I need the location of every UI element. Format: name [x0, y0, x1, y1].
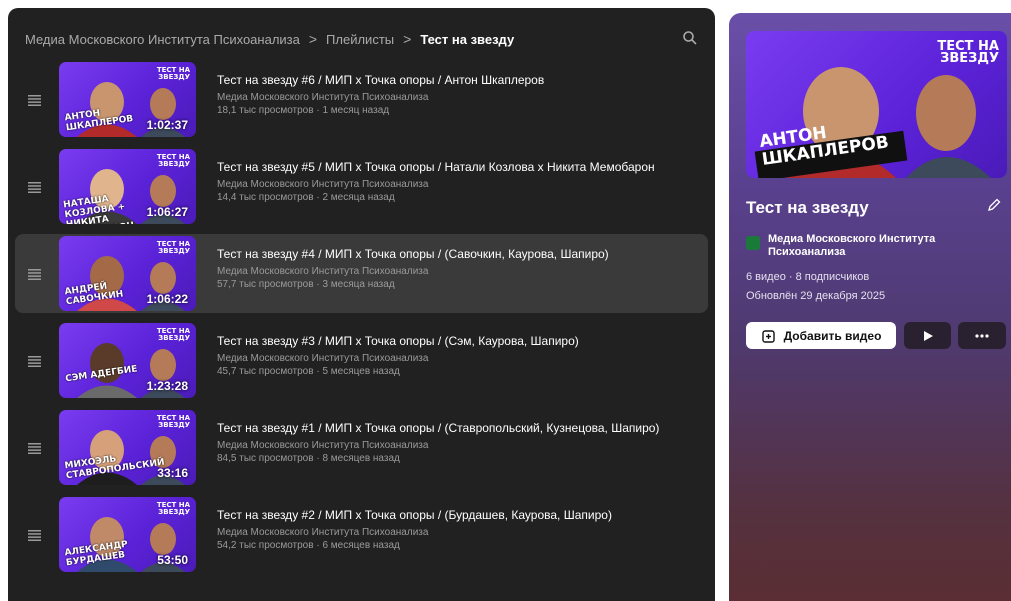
playlist-updated: Обновлён 29 декабря 2025: [746, 290, 886, 302]
add-video-label: Добавить видео: [783, 328, 882, 343]
video-thumbnail[interactable]: ТЕСТ НА ЗВЕЗДУ НАТАША КОЗЛОВА + НИКИТА М…: [59, 149, 196, 224]
video-row[interactable]: ТЕСТ НА ЗВЕЗДУ СЭМ АДЕГБИЕ 1:23:28 Тест …: [15, 321, 708, 400]
video-meta: 45,7 тыс просмотров · 5 месяцев назад: [217, 366, 400, 377]
thumb-badge: ТЕСТ НА ЗВЕЗДУ: [156, 327, 190, 342]
video-title[interactable]: Тест на звезду #2 / МИП х Точка опоры / …: [217, 508, 612, 522]
breadcrumb-separator: >: [403, 31, 412, 47]
drag-handle-icon[interactable]: [28, 528, 41, 541]
channel-name[interactable]: Медиа Московского Института Психоанализа: [768, 233, 993, 259]
thumb-badge: ТЕСТ НА ЗВЕЗДУ: [156, 240, 190, 255]
search-icon[interactable]: [682, 30, 698, 46]
video-duration: 1:02:37: [146, 118, 188, 132]
channel-avatar: [746, 236, 760, 250]
play-all-button[interactable]: [904, 322, 951, 349]
video-duration: 1:23:28: [146, 379, 188, 393]
drag-handle-icon[interactable]: [28, 441, 41, 454]
video-list: ТЕСТ НА ЗВЕЗДУ АНТОН ШКАПЛЕРОВ 1:02:37 Т…: [15, 60, 708, 582]
add-video-icon: [761, 329, 775, 343]
thumb-badge: ТЕСТ НА ЗВЕЗДУ: [156, 153, 190, 168]
video-duration: 53:50: [157, 553, 188, 567]
video-row[interactable]: ТЕСТ НА ЗВЕЗДУ АНТОН ШКАПЛЕРОВ 1:02:37 Т…: [15, 60, 708, 139]
video-title[interactable]: Тест на звезду #3 / МИП х Точка опоры / …: [217, 334, 579, 348]
video-duration: 33:16: [157, 466, 188, 480]
video-title[interactable]: Тест на звезду #6 / МИП х Точка опоры / …: [217, 73, 544, 87]
video-row[interactable]: ТЕСТ НА ЗВЕЗДУ НАТАША КОЗЛОВА + НИКИТА М…: [15, 147, 708, 226]
more-icon: [975, 333, 989, 338]
playlist-videos-panel: Медиа Московского Института Психоанализа…: [8, 8, 715, 601]
more-options-button[interactable]: [958, 322, 1006, 349]
video-thumbnail[interactable]: ТЕСТ НА ЗВЕЗДУ МИХОЭЛЬ СТАВРОПОЛЬСКИЙ 33…: [59, 410, 196, 485]
video-thumbnail[interactable]: ТЕСТ НА ЗВЕЗДУ СЭМ АДЕГБИЕ 1:23:28: [59, 323, 196, 398]
video-channel[interactable]: Медиа Московского Института Психоанализа: [217, 353, 428, 364]
thumb-badge: ТЕСТ НА ЗВЕЗДУ: [156, 501, 190, 516]
video-duration: 1:06:22: [146, 292, 188, 306]
playlist-stats: 6 видео · 8 подписчиков: [746, 271, 870, 283]
video-meta: 18,1 тыс просмотров · 1 месяц назад: [217, 105, 390, 116]
video-channel[interactable]: Медиа Московского Института Психоанализа: [217, 179, 428, 190]
playlist-cover[interactable]: ТЕСТ НА ЗВЕЗДУ АНТОН ШКАПЛЕРОВ: [746, 31, 1007, 178]
drag-handle-icon[interactable]: [28, 93, 41, 106]
video-channel[interactable]: Медиа Московского Института Психоанализа: [217, 440, 428, 451]
video-title[interactable]: Тест на звезду #1 / МИП х Точка опоры / …: [217, 421, 659, 435]
video-thumbnail[interactable]: ТЕСТ НА ЗВЕЗДУ АНДРЕЙ САВОЧКИН 1:06:22: [59, 236, 196, 311]
video-channel[interactable]: Медиа Московского Института Психоанализа: [217, 527, 428, 538]
video-meta: 14,4 тыс просмотров · 2 месяца назад: [217, 192, 395, 203]
video-duration: 1:06:27: [146, 205, 188, 219]
playlist-title: Тест на звезду: [746, 198, 869, 217]
video-meta: 57,7 тыс просмотров · 3 месяца назад: [217, 279, 395, 290]
breadcrumb: Медиа Московского Института Психоанализа…: [25, 30, 698, 48]
thumb-badge: ТЕСТ НА ЗВЕЗДУ: [156, 414, 190, 429]
drag-handle-icon[interactable]: [28, 180, 41, 193]
breadcrumb-channel[interactable]: Медиа Московского Института Психоанализа: [25, 32, 300, 47]
video-thumbnail[interactable]: ТЕСТ НА ЗВЕЗДУ АЛЕКСАНДР БУРДАШЕВ 53:50: [59, 497, 196, 572]
video-meta: 84,5 тыс просмотров · 8 месяцев назад: [217, 453, 400, 464]
video-row[interactable]: ТЕСТ НА ЗВЕЗДУ МИХОЭЛЬ СТАВРОПОЛЬСКИЙ 33…: [15, 408, 708, 487]
thumb-badge: ТЕСТ НА ЗВЕЗДУ: [156, 66, 190, 81]
breadcrumb-separator: >: [308, 31, 318, 47]
video-row[interactable]: ТЕСТ НА ЗВЕЗДУ АЛЕКСАНДР БУРДАШЕВ 53:50 …: [15, 495, 708, 574]
video-channel[interactable]: Медиа Московского Института Психоанализа: [217, 266, 428, 277]
drag-handle-icon[interactable]: [28, 354, 41, 367]
breadcrumb-current: Тест на звезду: [420, 31, 515, 47]
video-row[interactable]: ТЕСТ НА ЗВЕЗДУ АНДРЕЙ САВОЧКИН 1:06:22 Т…: [15, 234, 708, 313]
video-title[interactable]: Тест на звезду #5 / МИП х Точка опоры / …: [217, 160, 655, 174]
video-thumbnail[interactable]: ТЕСТ НА ЗВЕЗДУ АНТОН ШКАПЛЕРОВ 1:02:37: [59, 62, 196, 137]
cover-badge: ТЕСТ НА ЗВЕЗДУ: [937, 39, 999, 66]
add-video-button[interactable]: Добавить видео: [746, 322, 896, 349]
pencil-icon[interactable]: [986, 197, 1002, 213]
drag-handle-icon[interactable]: [28, 267, 41, 280]
breadcrumb-playlists[interactable]: Плейлисты: [326, 32, 394, 47]
video-channel[interactable]: Медиа Московского Института Психоанализа: [217, 92, 428, 103]
playlist-info-panel: ТЕСТ НА ЗВЕЗДУ АНТОН ШКАПЛЕРОВ Тест на з…: [729, 13, 1011, 601]
play-icon: [923, 330, 933, 341]
video-meta: 54,2 тыс просмотров · 6 месяцев назад: [217, 540, 400, 551]
video-title[interactable]: Тест на звезду #4 / МИП х Точка опоры / …: [217, 247, 609, 261]
